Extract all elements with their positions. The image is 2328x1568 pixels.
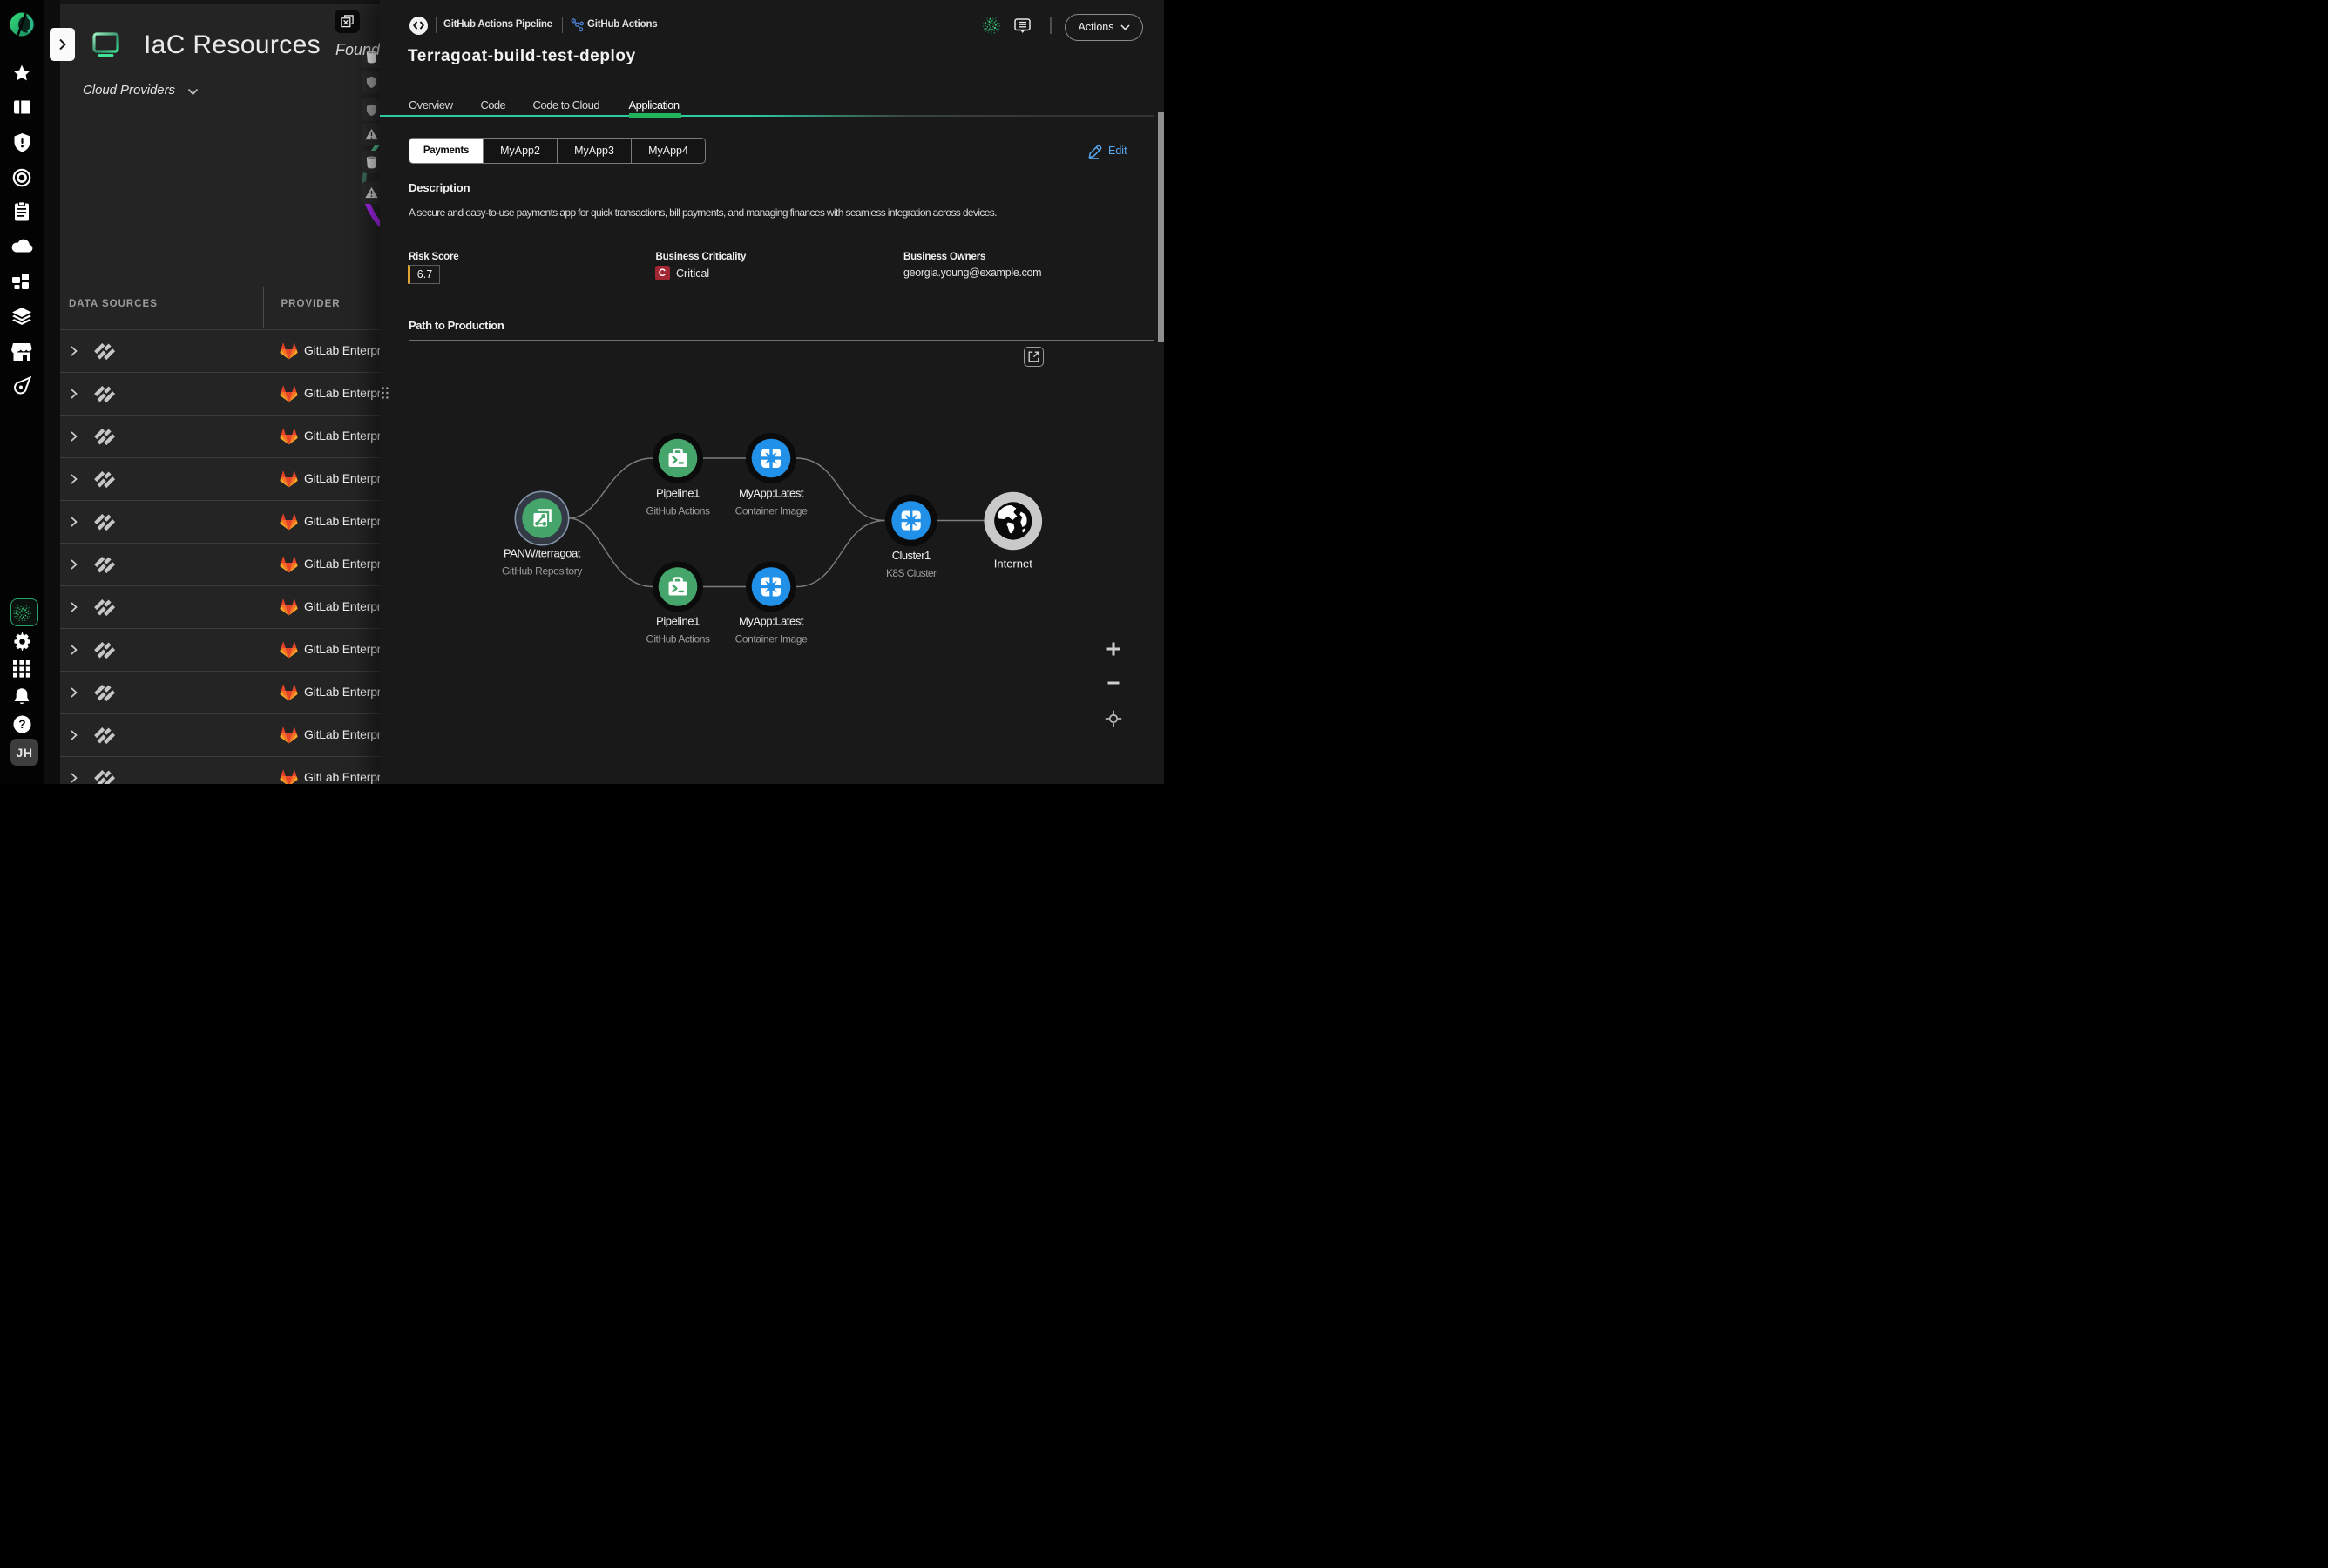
svg-text:GitHub Actions: GitHub Actions [646,633,710,645]
svg-text:Pipeline1: Pipeline1 [656,615,700,628]
svg-text:Pipeline1: Pipeline1 [656,487,700,500]
svg-text:Container Image: Container Image [735,505,808,517]
svg-text:PANW/terragoat: PANW/terragoat [504,547,581,560]
svg-text:MyApp:Latest: MyApp:Latest [739,487,804,500]
svg-text:K8S Cluster: K8S Cluster [886,567,937,579]
svg-text:Internet: Internet [994,558,1032,571]
svg-text:GitHub Repository: GitHub Repository [502,565,582,578]
svg-text:?: ? [18,718,25,731]
svg-text:Cluster1: Cluster1 [892,549,931,562]
svg-text:Container Image: Container Image [735,633,808,645]
svg-text:MyApp:Latest: MyApp:Latest [739,615,804,628]
svg-text:GitHub Actions: GitHub Actions [646,505,710,517]
